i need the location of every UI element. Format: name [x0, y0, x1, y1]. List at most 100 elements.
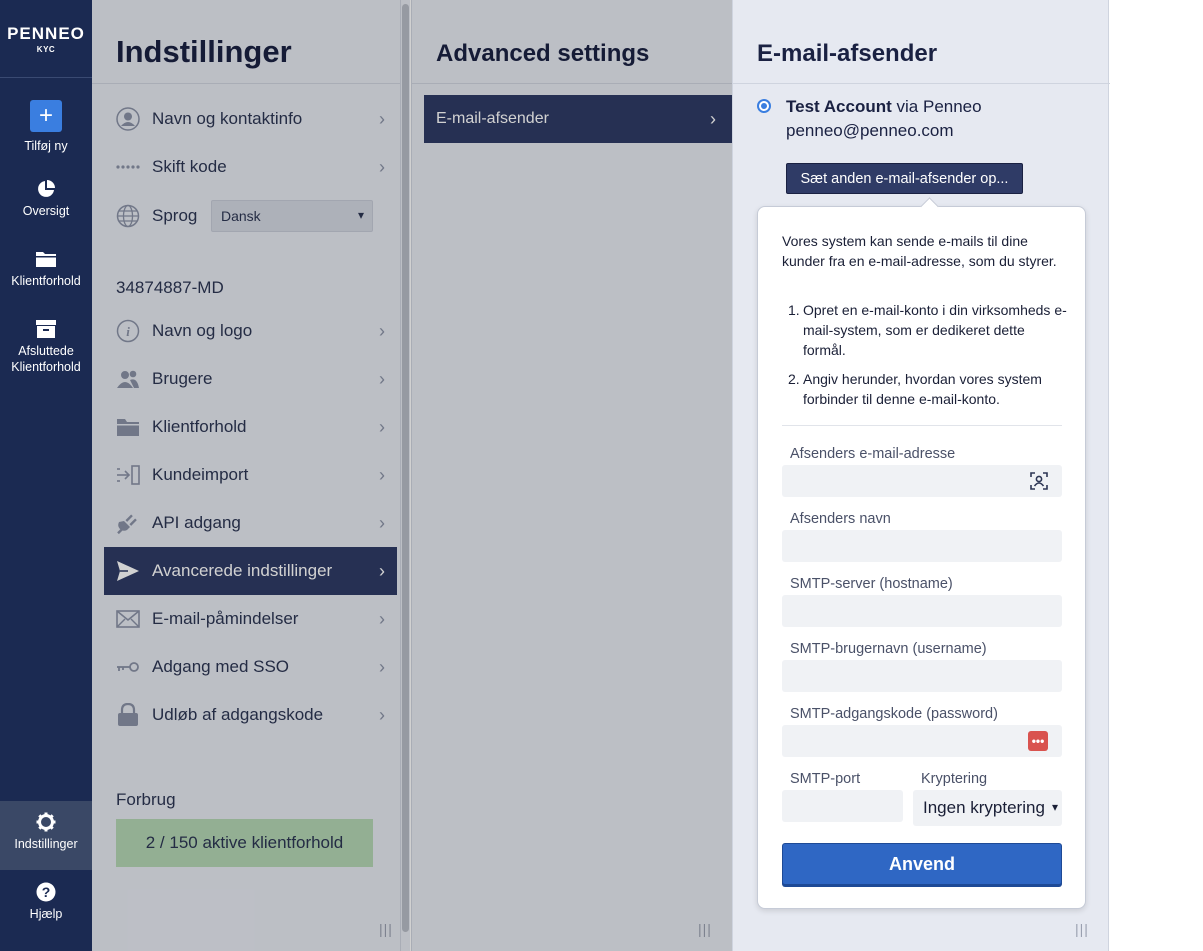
settings-item-advanced[interactable]: Avancerede indstillinger ›	[104, 547, 397, 595]
advanced-settings-title: Advanced settings	[436, 40, 650, 67]
usage-bar: 2 / 150 aktive klientforhold	[116, 819, 373, 867]
send-icon	[116, 559, 140, 583]
settings-item-password-expiry[interactable]: Udløb af adgangskode ›	[104, 691, 397, 739]
chevron-right-icon: ›	[379, 416, 385, 437]
password-dots-icon	[116, 155, 140, 179]
organization-id: 34874887-MD	[116, 278, 224, 297]
divider	[412, 83, 733, 84]
popover-intro: Vores system kan sende e-mails til dine …	[782, 233, 1057, 269]
usage-text: 2 / 150 aktive klientforhold	[145, 833, 344, 852]
settings-item-email-reminders[interactable]: E-mail-påmindelser ›	[104, 595, 397, 643]
nav-settings-label: Indstillinger	[14, 837, 78, 851]
sender-email: penneo@penneo.com	[786, 121, 954, 140]
password-manager-icon[interactable]: •••	[1028, 731, 1048, 751]
settings-item-api-access[interactable]: API adgang ›	[104, 499, 397, 547]
nav-overview-label: Oversigt	[22, 204, 70, 218]
settings-item-label: Udløb af adgangskode	[152, 705, 324, 724]
envelope-icon	[116, 607, 140, 631]
folder-icon	[116, 415, 140, 439]
import-icon	[116, 463, 140, 487]
key-icon	[116, 655, 140, 679]
language-row: Sprog	[104, 192, 219, 240]
settings-item-label: Adgang med SSO	[152, 657, 290, 676]
smtp-username-field[interactable]	[782, 660, 1062, 692]
settings-item-contact-info[interactable]: Navn og kontaktinfo ›	[104, 95, 397, 143]
sender-account-name: Test Account	[786, 97, 892, 116]
advanced-item-email-sender[interactable]: E-mail-afsender ›	[424, 95, 733, 143]
sender-email-field[interactable]	[782, 465, 1062, 497]
chevron-right-icon: ›	[379, 320, 385, 341]
divider	[92, 83, 400, 84]
email-sender-title: E-mail-afsender	[757, 40, 938, 67]
setup-button-label: Sæt anden e-mail-afsender op...	[800, 170, 1009, 187]
chevron-right-icon: ›	[379, 156, 385, 177]
sender-name-field[interactable]	[782, 530, 1062, 562]
scrollbar-thumb[interactable]	[402, 4, 409, 932]
settings-item-label: Klientforhold	[152, 417, 247, 436]
logo-text: PENNEO	[7, 24, 85, 43]
settings-item-sso-access[interactable]: Adgang med SSO ›	[104, 643, 397, 691]
settings-item-clients[interactable]: Klientforhold ›	[104, 403, 397, 451]
settings-title: Indstillinger	[116, 34, 292, 69]
settings-item-customer-import[interactable]: Kundeimport ›	[104, 451, 397, 499]
resize-handle[interactable]: |||	[698, 921, 712, 937]
nav-settings[interactable]: Indstillinger	[0, 801, 92, 870]
chevron-down-icon: ▾	[1049, 800, 1058, 814]
language-select-value: Dansk	[221, 208, 261, 224]
settings-item-label: E-mail-påmindelser	[152, 609, 299, 628]
settings-item-change-password[interactable]: Skift kode ›	[104, 143, 397, 191]
chevron-right-icon: ›	[379, 108, 385, 129]
help-icon: ?	[36, 882, 56, 902]
sender-name-label: Afsenders navn	[790, 511, 891, 527]
user-icon	[116, 107, 140, 131]
chevron-right-icon: ›	[379, 608, 385, 629]
resize-handle[interactable]: |||	[379, 921, 393, 937]
nav-help[interactable]: ? Hjælp	[0, 882, 92, 922]
settings-item-label: Skift kode	[152, 157, 227, 176]
settings-item-label: Brugere	[152, 369, 213, 388]
setup-step: 2. Angiv herunder, hvordan vores system f…	[788, 371, 1042, 407]
apply-button[interactable]: Anvend	[782, 843, 1062, 885]
resize-handle[interactable]: |||	[1075, 921, 1089, 937]
encryption-select-value: Ingen kryptering	[923, 798, 1045, 817]
encryption-select[interactable]: Ingen kryptering ▾	[913, 790, 1062, 826]
nav-overview[interactable]: Oversigt	[0, 179, 92, 219]
encryption-label: Kryptering	[921, 771, 988, 787]
advanced-item-label: E-mail-afsender	[436, 110, 549, 127]
settings-item-label: Avancerede indstillinger	[152, 561, 333, 580]
nav-clients-label: Klientforhold	[11, 274, 81, 288]
settings-item-users[interactable]: Brugere ›	[104, 355, 397, 403]
scrollbar[interactable]	[400, 0, 410, 951]
chevron-right-icon: ›	[379, 656, 385, 677]
smtp-host-field[interactable]	[782, 595, 1062, 627]
nav-closed-clients[interactable]: Afsluttede Klientforhold	[0, 319, 92, 375]
archive-icon	[36, 320, 56, 338]
popover-arrow	[920, 197, 939, 216]
plus-icon: +	[30, 100, 62, 132]
contact-autofill-icon[interactable]	[1030, 472, 1048, 490]
penneo-logo[interactable]: PENNEO KYC	[0, 0, 92, 78]
chevron-right-icon: ›	[379, 368, 385, 389]
settings-item-name-logo[interactable]: i Navn og logo ›	[104, 307, 397, 355]
smtp-password-field[interactable]: •••	[782, 725, 1062, 757]
chevron-right-icon: ›	[379, 464, 385, 485]
language-select[interactable]: Dansk ▾	[211, 200, 373, 232]
nav-clients[interactable]: Klientforhold	[0, 249, 92, 289]
setup-step: 1. Opret en e-mail-konto i din virksomhed…	[788, 302, 1067, 358]
sender-via: via Penneo	[891, 97, 982, 116]
lock-icon	[116, 703, 140, 727]
logo-subtext: KYC	[36, 45, 56, 54]
language-label: Sprog	[152, 206, 198, 225]
settings-item-label: API adgang	[152, 513, 241, 532]
gear-icon	[36, 812, 56, 832]
globe-icon	[116, 204, 140, 228]
plug-icon	[116, 511, 140, 535]
advanced-settings-panel: Advanced settings E-mail-afsender › |||	[411, 0, 733, 951]
chevron-right-icon: ›	[710, 108, 716, 129]
smtp-port-field[interactable]	[782, 790, 903, 822]
nav-add-new[interactable]: + Tilføj ny	[0, 100, 92, 154]
smtp-password-label: SMTP-adgangskode (password)	[790, 706, 998, 722]
folder-icon	[36, 252, 56, 267]
setup-other-sender-button[interactable]: Sæt anden e-mail-afsender op...	[786, 163, 1023, 194]
sender-radio[interactable]	[757, 99, 771, 113]
